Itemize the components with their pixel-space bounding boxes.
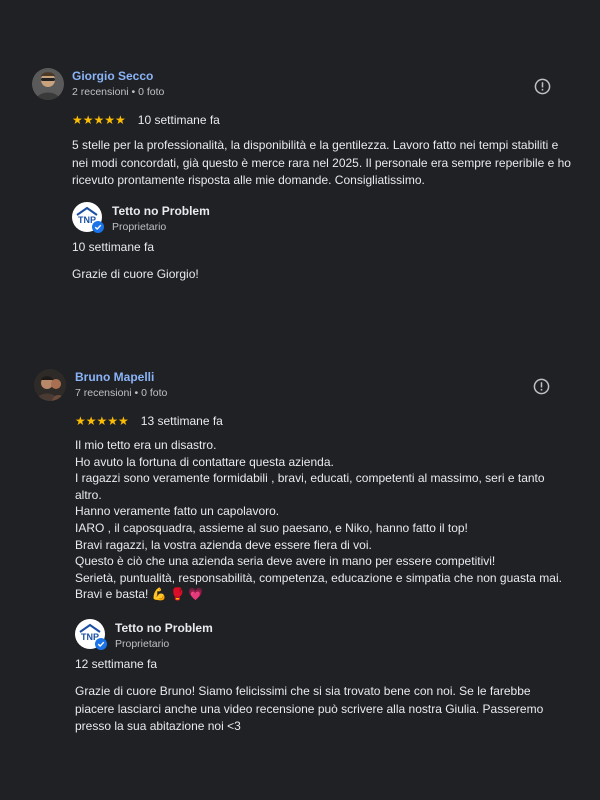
reply-date: 10 settimane fa bbox=[72, 240, 155, 254]
review-text-line: Hanno veramente fatto un capolavoro. bbox=[75, 504, 280, 519]
star-rating: ★★★★★ bbox=[75, 415, 129, 427]
rating-row: ★★★★★ 10 settimane fa bbox=[72, 113, 220, 127]
review-card: Giorgio Secco 2 recensioni • 0 foto ★★★★… bbox=[0, 66, 600, 281]
review-header: Giorgio Secco 2 recensioni • 0 foto bbox=[0, 66, 600, 106]
reviewer-name[interactable]: Bruno Mapelli bbox=[75, 370, 154, 384]
owner-name: Tetto no Problem bbox=[112, 204, 210, 218]
review-text: 5 stelle per la professionalità, la disp… bbox=[72, 137, 572, 190]
owner-role: Proprietario bbox=[112, 221, 167, 233]
rating-row: ★★★★★ 13 settimane fa bbox=[75, 414, 223, 428]
review-text-line: Questo è ciò che una azienda seria deve … bbox=[75, 554, 496, 569]
reviewer-avatar[interactable] bbox=[34, 369, 66, 401]
review-text-line: Ho avuto la fortuna di contattare questa… bbox=[75, 454, 334, 469]
stars-icon: ★★★★★ bbox=[72, 113, 126, 127]
review-date: 13 settimane fa bbox=[140, 414, 223, 428]
review-text-line: 5 stelle per la professionalità, la disp… bbox=[72, 138, 571, 188]
info-circle-icon[interactable] bbox=[534, 78, 551, 95]
reviewer-name[interactable]: Giorgio Secco bbox=[72, 69, 153, 83]
reply-date: 12 settimane fa bbox=[75, 657, 158, 671]
review-text-line: IARO , il caposquadra, assieme al suo pa… bbox=[75, 520, 468, 535]
review-header: Bruno Mapelli 7 recensioni • 0 foto bbox=[0, 367, 600, 407]
reviewer-meta: 7 recensioni • 0 foto bbox=[75, 387, 168, 399]
reply-text: Grazie di cuore Giorgio! bbox=[72, 267, 199, 281]
review-date: 10 settimane fa bbox=[137, 113, 220, 127]
reviewer-avatar[interactable] bbox=[32, 68, 64, 100]
info-circle-icon[interactable] bbox=[533, 378, 550, 395]
star-rating: ★★★★★ bbox=[72, 114, 126, 126]
review-text-line: Il mio tetto era un disastro. bbox=[75, 438, 217, 452]
review-text-line: Serietà, puntualità, responsabilità, com… bbox=[75, 570, 562, 585]
verified-check-icon bbox=[95, 637, 107, 650]
stars-icon: ★★★★★ bbox=[75, 414, 129, 428]
verified-check-icon bbox=[92, 220, 104, 233]
review-text: Il mio tetto era un disastro. Ho avuto l… bbox=[75, 437, 565, 603]
reply-text: Grazie di cuore Bruno! Siamo felicissimi… bbox=[75, 684, 544, 733]
review-text-line: I ragazzi sono veramente formidabili , b… bbox=[75, 471, 545, 502]
reviewer-meta: 2 recensioni • 0 foto bbox=[72, 86, 165, 98]
review-text-line: Bravi e basta! 💪 🥊 💗 bbox=[75, 587, 204, 602]
owner-name: Tetto no Problem bbox=[115, 621, 213, 635]
review-card: Bruno Mapelli 7 recensioni • 0 foto ★★★★… bbox=[0, 367, 600, 733]
owner-role: Proprietario bbox=[115, 638, 170, 650]
review-text-line: Bravi ragazzi, la vostra azienda deve es… bbox=[75, 537, 372, 552]
